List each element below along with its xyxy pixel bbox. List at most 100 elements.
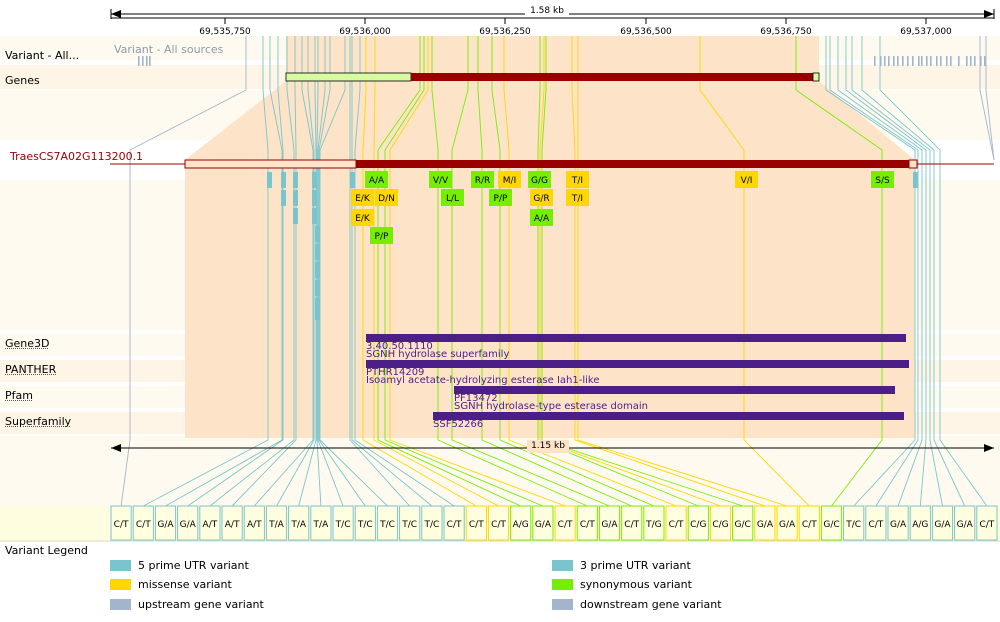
allele-box[interactable]: T/A [288, 505, 310, 541]
variant-image-canvas: 1.58 kb 69,535,750 69,536,000 69,536,250… [0, 5, 1000, 542]
utr-variant-stub [315, 226, 320, 242]
gene3d-track-label[interactable]: Gene3D [5, 337, 50, 350]
protein-variant[interactable]: E/K [351, 209, 374, 226]
protein-variant[interactable]: R/R [471, 171, 494, 188]
domain-bar[interactable] [366, 334, 906, 342]
allele-box[interactable]: T/G [643, 505, 665, 541]
allele-box[interactable]: C/T [865, 505, 887, 541]
allele-box[interactable]: C/G [709, 505, 732, 541]
protein-variant-label: T/I [571, 194, 583, 204]
allele-box[interactable]: T/C [376, 505, 399, 541]
domain-bar[interactable] [454, 386, 895, 394]
protein-variant[interactable]: P/P [489, 189, 512, 206]
ruler-tick-label: 69,536,500 [620, 27, 672, 37]
allele-box[interactable]: A/T [221, 505, 243, 541]
allele-box[interactable]: C/T [487, 505, 510, 541]
allele-label: G/A [535, 520, 552, 530]
transcript-utr-5prime[interactable] [184, 159, 357, 169]
allele-label: G/C [735, 520, 751, 530]
allele-box[interactable]: T/C [421, 505, 443, 541]
utr-variant-stub [293, 190, 298, 206]
allele-box[interactable]: C/T [443, 505, 465, 541]
allele-box[interactable]: T/C [332, 505, 354, 541]
protein-variant[interactable]: E/K [351, 189, 374, 206]
protein-variant[interactable]: V/V [429, 171, 452, 188]
allele-box[interactable]: G/A [776, 505, 798, 541]
bottom-scale-label: 1.15 kb [531, 441, 565, 451]
protein-variant-label: D/N [378, 194, 395, 204]
allele-box[interactable]: G/C [820, 505, 843, 541]
allele-box[interactable]: C/T [798, 505, 820, 541]
variant-track-label[interactable]: Variant - All... [5, 49, 79, 62]
allele-box[interactable]: G/A [887, 505, 909, 541]
allele-box[interactable]: C/T [576, 505, 598, 541]
transcript-coding[interactable] [356, 160, 909, 168]
protein-variant[interactable]: D/N [375, 189, 398, 206]
transcript-utr-3prime[interactable] [908, 159, 918, 169]
allele-box[interactable]: G/A [532, 505, 554, 541]
allele-box[interactable]: T/C [399, 505, 421, 541]
allele-box[interactable]: G/A [954, 505, 976, 541]
utr-variant-stub [312, 172, 317, 188]
variant-sources-label: Variant - All sources [114, 43, 224, 56]
allele-label: G/A [779, 520, 796, 530]
pfam-track-label[interactable]: Pfam [5, 389, 33, 402]
gene-utr-end[interactable] [812, 72, 820, 82]
allele-label: G/A [934, 520, 951, 530]
allele-box[interactable]: T/C [354, 505, 376, 541]
domain-bar[interactable] [433, 412, 904, 420]
protein-variant[interactable]: T/I [566, 189, 589, 206]
downstream-variant-tick [926, 56, 928, 66]
allele-box[interactable]: C/T [132, 505, 154, 541]
allele-box[interactable]: G/C [732, 505, 754, 541]
protein-variant[interactable]: M/I [498, 171, 521, 188]
protein-variant[interactable]: A/A [365, 171, 388, 188]
legend-swatch-3utr [552, 560, 573, 571]
allele-label: T/A [290, 520, 307, 530]
allele-box[interactable]: G/A [154, 505, 177, 541]
allele-box[interactable]: A/T [243, 505, 265, 541]
protein-variant[interactable]: G/G [528, 171, 551, 188]
allele-box[interactable]: C/T [554, 505, 576, 541]
downstream-variant-tick [912, 56, 914, 66]
allele-box[interactable]: T/C [843, 505, 865, 541]
allele-label: C/G [712, 520, 728, 530]
superfamily-track-label[interactable]: Superfamily [5, 415, 71, 428]
allele-box[interactable]: G/A [177, 505, 199, 541]
allele-box[interactable]: C/T [110, 505, 132, 541]
allele-box[interactable]: T/A [265, 505, 288, 541]
protein-variant[interactable]: A/A [530, 209, 553, 226]
protein-variant[interactable]: L/L [441, 189, 464, 206]
allele-box[interactable]: C/G [687, 505, 709, 541]
allele-box[interactable]: G/A [754, 505, 776, 541]
allele-box[interactable]: C/T [665, 505, 687, 541]
allele-box[interactable]: C/T [976, 505, 998, 541]
gene-utr-segment[interactable] [285, 72, 412, 82]
protein-variant[interactable]: S/S [871, 171, 894, 188]
domain-bar[interactable] [366, 360, 909, 368]
transcript-label[interactable]: TraesCS7A02G113200.1 [9, 150, 143, 163]
panther-track-label[interactable]: PANTHER [5, 363, 56, 376]
protein-variant[interactable]: V/I [735, 171, 758, 188]
protein-variant[interactable]: P/P [370, 227, 393, 244]
allele-box[interactable]: C/T [465, 505, 487, 541]
allele-label: T/C [357, 520, 373, 530]
allele-box[interactable]: C/T [621, 505, 643, 541]
allele-box[interactable]: G/A [931, 505, 954, 541]
allele-label: T/G [645, 520, 662, 530]
allele-box[interactable]: T/A [310, 505, 332, 541]
protein-variant[interactable]: G/R [530, 189, 553, 206]
allele-box[interactable]: A/G [909, 505, 931, 541]
protein-variant-label: R/R [475, 176, 491, 186]
allele-box[interactable]: A/G [510, 505, 532, 541]
downstream-variant-tick [984, 56, 986, 66]
gene-coding-segment[interactable] [411, 73, 815, 81]
position-ruler: 69,535,750 69,536,000 69,536,250 69,536,… [111, 17, 994, 37]
downstream-variant-tick [970, 56, 972, 66]
allele-box[interactable]: G/A [598, 505, 621, 541]
genes-track-label[interactable]: Genes [5, 74, 40, 87]
gene-bar[interactable] [285, 72, 820, 82]
allele-box[interactable]: A/T [199, 505, 221, 541]
protein-variant-label: E/K [355, 214, 371, 224]
protein-variant[interactable]: T/I [566, 171, 589, 188]
